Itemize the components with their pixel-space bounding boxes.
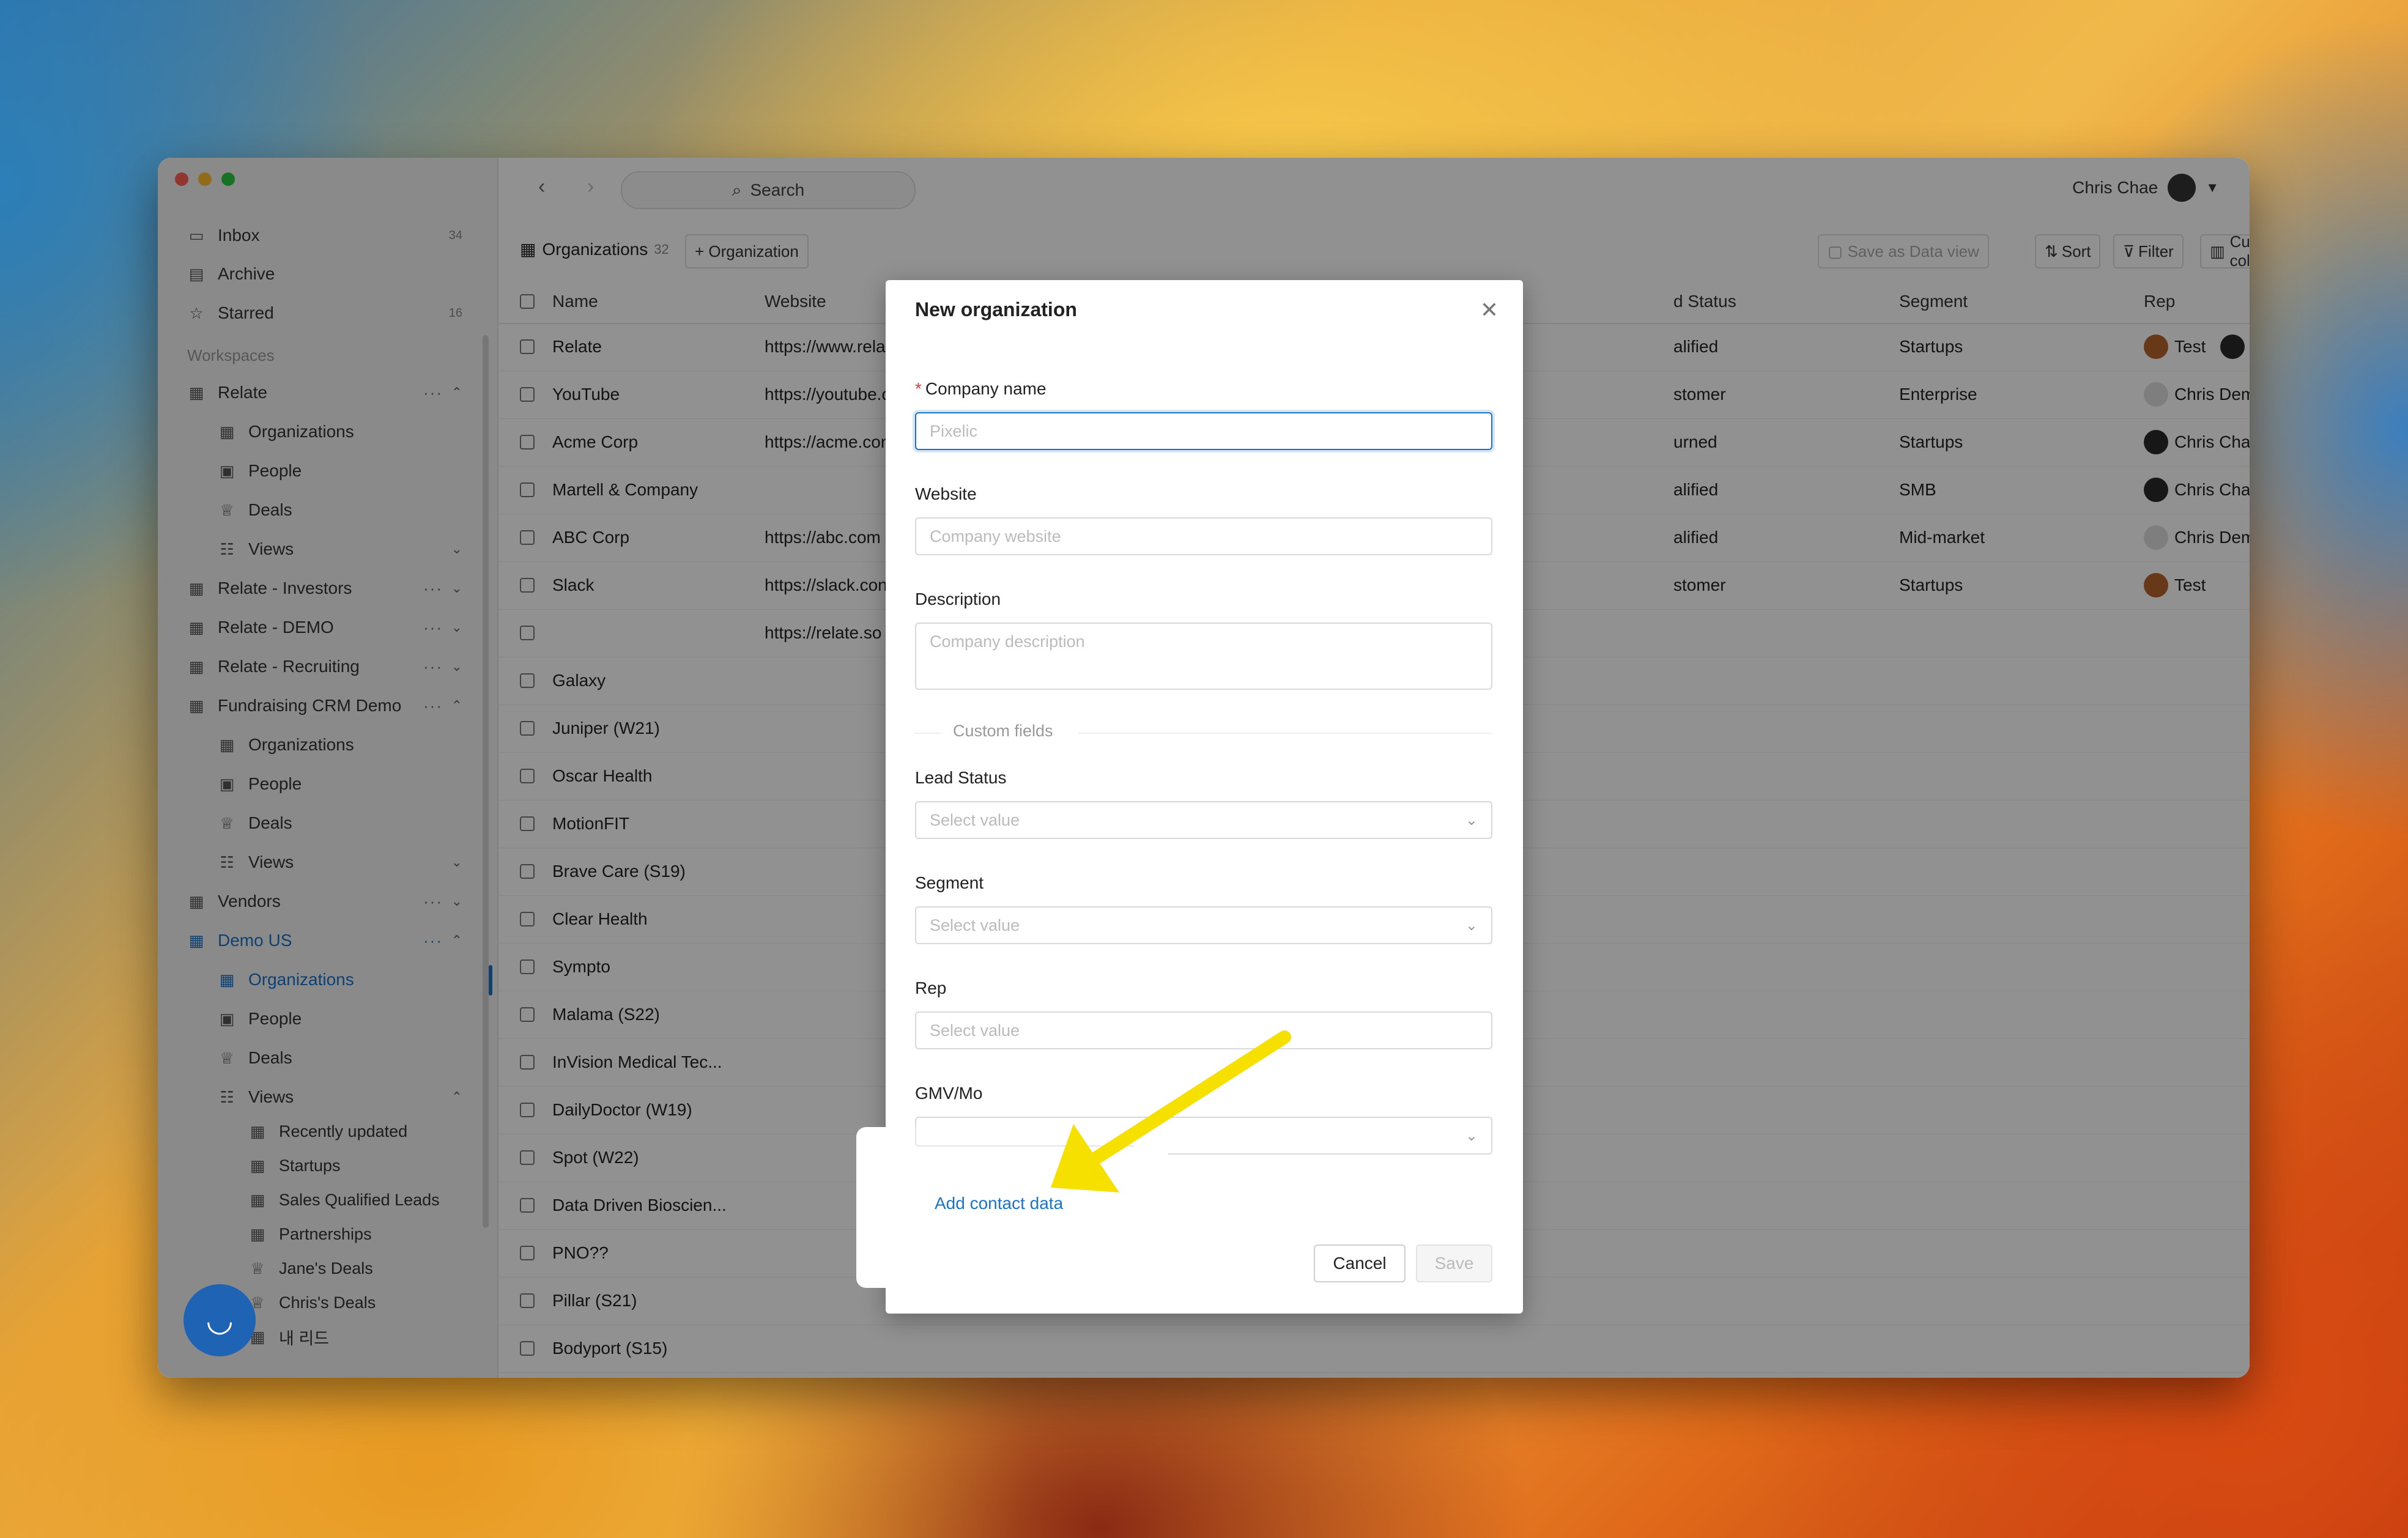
chat-support-button[interactable]: ◡ (183, 1284, 256, 1356)
annotation-arrow (1051, 1030, 1291, 1192)
arrow-shaft (1088, 1030, 1291, 1166)
arrow-head (1051, 1124, 1119, 1192)
chat-icon: ◡ (206, 1303, 234, 1338)
